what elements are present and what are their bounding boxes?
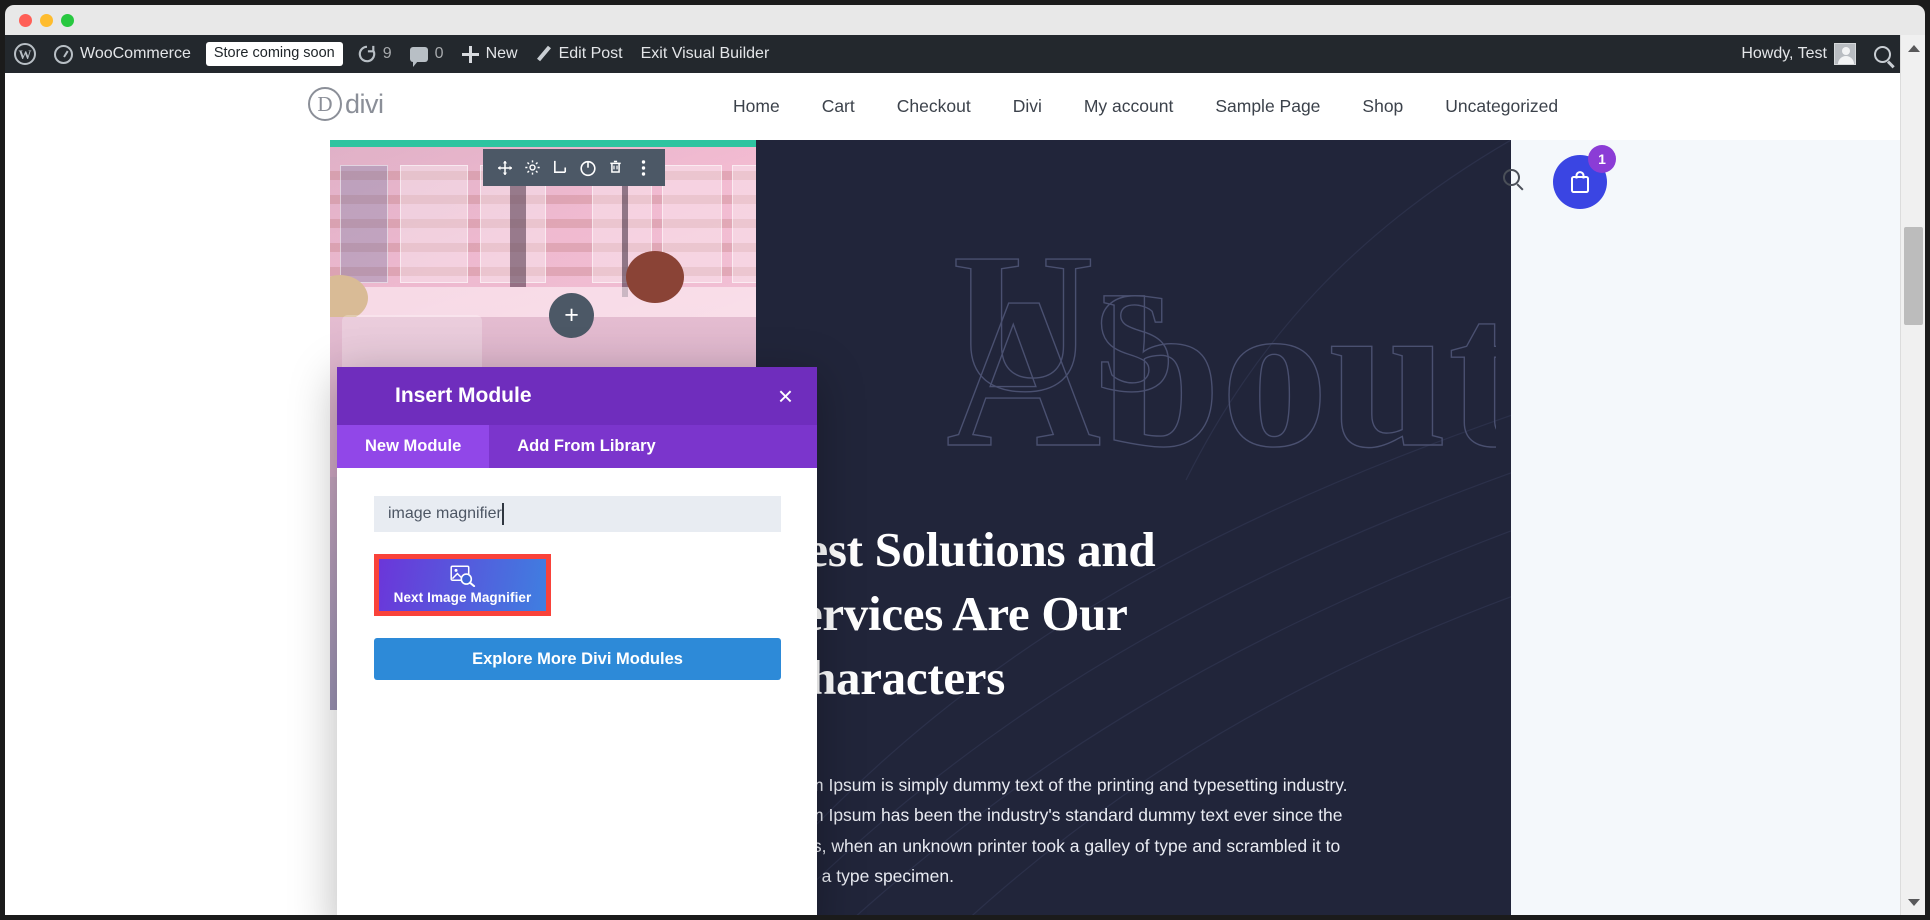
duplicate-icon[interactable] <box>549 157 571 179</box>
modal-tab-bar: New Module Add From Library <box>337 425 817 468</box>
comments-count: 0 <box>434 45 444 62</box>
new-content-menu[interactable]: New <box>453 35 527 73</box>
os-window: WooCommerce Store coming soon 9 0 New Ed… <box>0 0 1930 920</box>
site-name-menu[interactable]: WooCommerce <box>45 35 200 73</box>
module-search-wrapper <box>374 496 781 532</box>
scroll-down-arrow[interactable] <box>1901 889 1925 915</box>
move-icon[interactable] <box>494 157 516 179</box>
window-titlebar <box>5 5 1925 35</box>
howdy-label: Howdy, Test <box>1741 45 1827 62</box>
wordpress-logo-icon <box>14 43 36 65</box>
page-canvas: + Us About Best Solutions and Services A… <box>5 140 1900 915</box>
delete-icon[interactable] <box>604 157 626 179</box>
divi-logo-mark-icon <box>308 87 342 121</box>
module-results-list: Next Image Magnifier <box>374 554 780 616</box>
vertical-scrollbar[interactable] <box>1900 35 1925 915</box>
save-icon[interactable] <box>577 157 599 179</box>
divi-logo-wordmark: divi <box>345 88 384 119</box>
image-magnifier-icon <box>449 565 475 587</box>
explore-more-divi-modules-button[interactable]: Explore More Divi Modules <box>374 638 781 680</box>
updates-count: 9 <box>382 45 392 62</box>
shopping-bag-icon <box>1571 171 1589 193</box>
about-heading: Best Solutions and Services Are Our Char… <box>774 522 1156 706</box>
tab-add-from-library[interactable]: Add From Library <box>489 425 683 468</box>
nav-item-divi[interactable]: Divi <box>992 96 1063 117</box>
dashboard-icon <box>54 44 73 64</box>
window-maximize-button[interactable] <box>61 13 74 27</box>
row-active-indicator <box>330 140 830 147</box>
new-label: New <box>485 45 518 62</box>
updates-menu[interactable]: 9 <box>349 35 401 73</box>
search-icon <box>1874 45 1891 63</box>
admin-bar-right-group: Howdy, Test <box>1732 35 1900 73</box>
nav-item-checkout[interactable]: Checkout <box>876 96 992 117</box>
browser-viewport: WooCommerce Store coming soon 9 0 New Ed… <box>5 35 1925 915</box>
settings-icon[interactable] <box>521 157 543 179</box>
pencil-icon <box>536 46 552 62</box>
exit-visual-builder-label: Exit Visual Builder <box>640 45 770 62</box>
site-logo[interactable]: divi <box>308 87 384 121</box>
howdy-menu[interactable]: Howdy, Test <box>1732 35 1865 73</box>
row-toolbar[interactable] <box>483 149 665 186</box>
plus-icon <box>461 45 479 63</box>
highlight-outline: Next Image Magnifier <box>374 554 551 616</box>
module-result-next-image-magnifier[interactable]: Next Image Magnifier <box>379 559 546 611</box>
header-search-icon[interactable] <box>1503 169 1520 186</box>
modal-body: Next Image Magnifier Explore More Divi M… <box>337 468 817 915</box>
avatar <box>1834 43 1856 65</box>
module-result-label: Next Image Magnifier <box>393 590 532 605</box>
window-minimize-button[interactable] <box>40 13 53 27</box>
cart-count-badge: 1 <box>1588 145 1616 173</box>
wp-logo-menu[interactable] <box>5 35 45 73</box>
insert-module-modal: Insert Module × New Module Add From Libr… <box>337 367 817 915</box>
scroll-thumb[interactable] <box>1904 227 1923 325</box>
admin-search-button[interactable] <box>1865 35 1900 73</box>
primary-navigation: Home Cart Checkout Divi My account Sampl… <box>712 73 1579 140</box>
about-us-section: Us About Best Solutions and Services Are… <box>756 140 1511 915</box>
window-close-button[interactable] <box>19 13 32 27</box>
tab-new-module[interactable]: New Module <box>337 425 490 468</box>
edit-post-label: Edit Post <box>558 45 623 62</box>
add-module-button[interactable]: + <box>549 293 594 338</box>
nav-item-shop[interactable]: Shop <box>1341 96 1424 117</box>
nav-item-cart[interactable]: Cart <box>801 96 876 117</box>
edit-post-link[interactable]: Edit Post <box>527 35 632 73</box>
nav-item-home[interactable]: Home <box>712 96 801 117</box>
updates-icon <box>358 45 376 63</box>
about-paragraph: Lorem Ipsum is simply dummy text of the … <box>774 775 1348 886</box>
nav-item-sample-page[interactable]: Sample Page <box>1194 96 1341 117</box>
exit-visual-builder-link[interactable]: Exit Visual Builder <box>632 35 779 73</box>
text-cursor <box>502 503 504 525</box>
scroll-up-arrow[interactable] <box>1901 35 1925 61</box>
site-name-label: WooCommerce <box>80 45 191 62</box>
module-search-input[interactable] <box>374 496 781 532</box>
modal-header: Insert Module × <box>337 367 817 425</box>
close-icon[interactable]: × <box>778 383 793 409</box>
comment-bubble-icon <box>409 46 428 67</box>
modal-title: Insert Module <box>395 384 532 407</box>
nav-item-uncategorized[interactable]: Uncategorized <box>1424 96 1579 117</box>
nav-item-my-account[interactable]: My account <box>1063 96 1194 117</box>
comments-menu[interactable]: 0 <box>401 35 453 73</box>
wp-admin-bar: WooCommerce Store coming soon 9 0 New Ed… <box>5 35 1900 73</box>
store-coming-soon-badge[interactable]: Store coming soon <box>205 41 343 67</box>
right-side-panel <box>1511 140 1900 915</box>
more-options-icon[interactable] <box>632 157 654 179</box>
site-header: divi Home Cart Checkout Divi My account … <box>5 73 1900 209</box>
